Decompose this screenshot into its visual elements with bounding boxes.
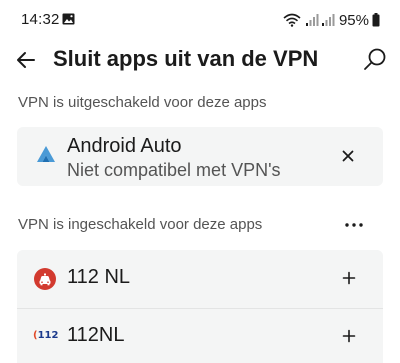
search-icon[interactable]: [362, 47, 388, 73]
list-item-112-nl[interactable]: 112 NL: [17, 250, 383, 308]
app-header: Sluit apps uit van de VPN: [0, 40, 400, 80]
more-horizontal-icon[interactable]: [343, 214, 365, 236]
112nl-icon: (112: [33, 330, 59, 341]
included-section-label: VPN is ingeschakeld voor deze apps: [18, 216, 263, 233]
app-subtitle: Niet compatibel met VPN's: [67, 160, 281, 180]
wifi-icon: [283, 13, 301, 27]
status-bar: 14:32 95%: [0, 0, 400, 40]
app-name: 112 NL: [67, 266, 131, 288]
arrow-left-icon[interactable]: [14, 48, 38, 72]
plus-icon[interactable]: [340, 327, 358, 345]
status-time: 14:32: [21, 11, 60, 28]
list-item-112nl[interactable]: (112 112NL: [17, 309, 383, 363]
excluded-section-label: VPN is uitgeschakeld voor deze apps: [18, 94, 267, 111]
android-auto-icon: [37, 146, 55, 162]
page-title: Sluit apps uit van de VPN: [53, 46, 319, 71]
app-name: Android Auto: [67, 135, 182, 157]
112-nl-icon: [34, 268, 56, 290]
signal-icon: [321, 14, 335, 26]
close-icon[interactable]: [339, 147, 357, 165]
app-name: 112NL: [67, 324, 125, 346]
battery-icon: [372, 13, 380, 27]
battery-percentage: 95%: [338, 11, 369, 29]
status-icons: 95%: [283, 11, 380, 29]
list-item-android-auto[interactable]: Android Auto Niet compatibel met VPN's: [17, 127, 383, 186]
signal-icon: [305, 14, 319, 26]
plus-icon[interactable]: [340, 269, 358, 287]
112nl-icon-text: 112: [37, 330, 59, 341]
image-icon: [62, 13, 75, 25]
screen: 14:32 95% Sluit apps uit van de VPN VPN …: [0, 0, 400, 363]
